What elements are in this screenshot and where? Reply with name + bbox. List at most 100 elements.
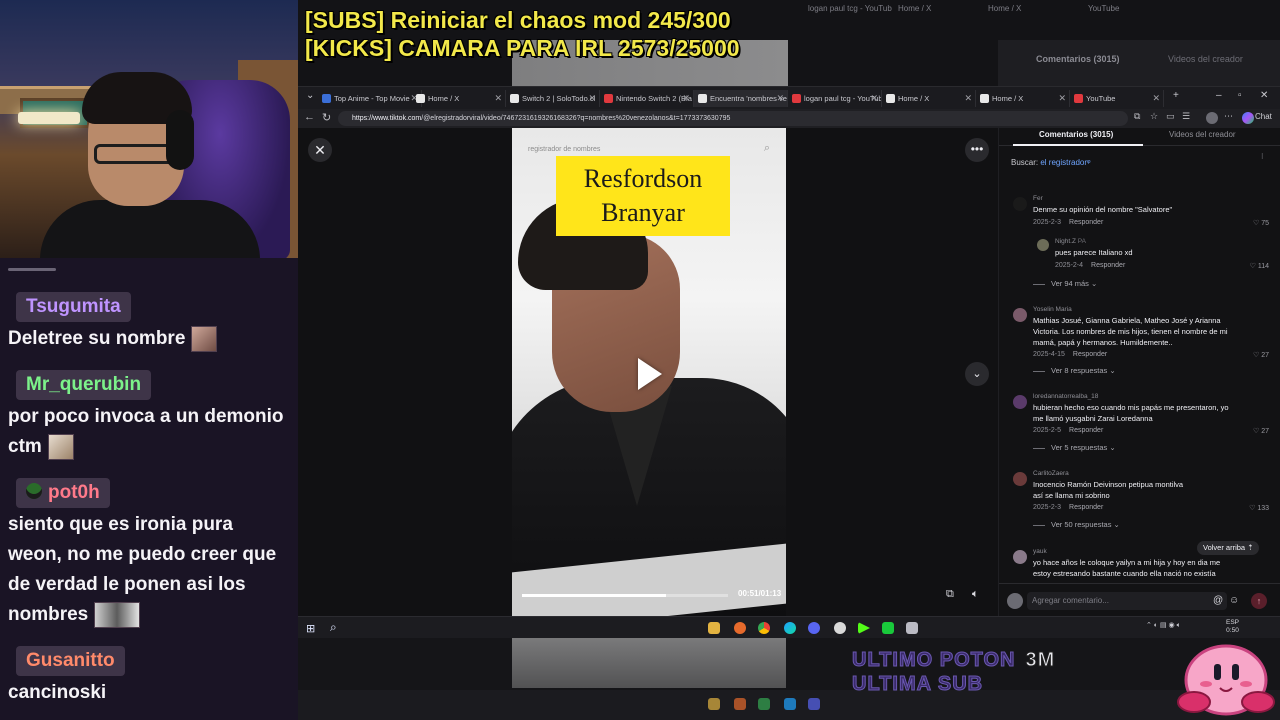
avatar[interactable]: [1013, 395, 1027, 409]
avatar[interactable]: [1037, 239, 1049, 251]
browser-tab[interactable]: logan paul tcg - YouTub ✕: [788, 90, 882, 107]
copilot-chat-label[interactable]: Chat: [1255, 112, 1272, 121]
send-icon[interactable]: ↑: [1251, 593, 1267, 609]
browser-tab[interactable]: Home / X ✕: [976, 90, 1070, 107]
like-count[interactable]: ♡ 114: [1250, 262, 1269, 270]
view-more-replies[interactable]: Ver 94 más ⌄: [1033, 279, 1097, 288]
tab-close-icon[interactable]: ✕: [588, 90, 596, 107]
browser-tab[interactable]: Home / X ✕: [882, 90, 976, 107]
collections-icon[interactable]: ☰: [1182, 111, 1190, 122]
reply-link[interactable]: Responder: [1069, 219, 1103, 226]
chat-username[interactable]: Gusanitto: [16, 646, 125, 676]
tab-list-chevron-icon[interactable]: ⌄: [306, 90, 314, 101]
comment-input[interactable]: Agregar comentario...: [1027, 592, 1227, 610]
mention-icon[interactable]: @: [1213, 595, 1223, 606]
avatar[interactable]: [1013, 308, 1027, 322]
tab-close-icon[interactable]: ✕: [776, 90, 784, 107]
reply-link[interactable]: Responder: [1091, 262, 1125, 269]
browser-tab[interactable]: Nintendo Switch 2 (Bla ✕: [600, 90, 694, 107]
kick-icon[interactable]: [882, 622, 894, 634]
chat-message-text: siento que es ironia pura weon, no me pu…: [0, 508, 298, 630]
view-more-replies[interactable]: Ver 8 respuestas ⌄: [1033, 366, 1116, 375]
video-search-icon[interactable]: ⌕: [764, 142, 770, 155]
tab-close-icon[interactable]: ✕: [682, 90, 690, 107]
comment-username[interactable]: Yoselin Maria: [1033, 306, 1072, 313]
avatar[interactable]: [1013, 197, 1027, 211]
obs-icon[interactable]: [834, 622, 846, 634]
play-app-icon[interactable]: [858, 622, 870, 634]
comments-more-icon[interactable]: ⁝: [1261, 152, 1264, 161]
view-more-replies[interactable]: Ver 50 respuestas ⌄: [1033, 520, 1120, 529]
video-progress-bar[interactable]: [522, 594, 728, 597]
ghost-folder-icon: [708, 698, 720, 710]
comment-text: yo hace años le coloque yailyn a mi hija…: [1033, 558, 1221, 567]
comment-search-suggestion[interactable]: Buscar: el registradorᵠ: [1011, 158, 1091, 167]
tab-creator-videos[interactable]: Videos del creador: [1169, 130, 1236, 139]
emoji-icon[interactable]: ☺: [1229, 595, 1239, 606]
chat-username[interactable]: pot0h: [16, 478, 110, 508]
picture-in-picture-icon[interactable]: ⧉: [946, 588, 954, 601]
back-arrow-icon[interactable]: ←: [304, 111, 315, 123]
search-query-link[interactable]: el registrador: [1040, 158, 1087, 167]
chat-emote: [47, 433, 74, 460]
browser-tab[interactable]: Top Anime - Top Movie ✕: [318, 90, 422, 107]
comment-username[interactable]: Fer: [1033, 195, 1043, 202]
tiktok-video[interactable]: registrador de nombres ⌕ Resfordson Bran…: [512, 128, 786, 617]
reply-link[interactable]: Responder: [1069, 427, 1103, 434]
browser-tab[interactable]: Switch 2 | SoloTodo.cl ✕: [506, 90, 600, 107]
avatar[interactable]: [1013, 472, 1027, 486]
reload-icon[interactable]: ↻: [322, 111, 331, 124]
maximize-icon[interactable]: ▫: [1238, 90, 1242, 101]
tab-close-icon[interactable]: ✕: [1058, 90, 1066, 107]
extensions-icon[interactable]: ⧉: [1134, 111, 1140, 122]
tab-comments[interactable]: Comentarios (3015): [1039, 130, 1113, 139]
tab-close-icon[interactable]: ✕: [870, 90, 878, 107]
new-tab-icon[interactable]: +: [1173, 90, 1179, 101]
like-count[interactable]: ♡ 27: [1253, 351, 1269, 359]
browser-tab[interactable]: YouTube ✕: [1070, 90, 1164, 107]
profile-avatar-icon[interactable]: [1206, 112, 1218, 124]
comment-username[interactable]: loredannatorrealba_18: [1033, 393, 1098, 400]
like-count[interactable]: ♡ 75: [1253, 219, 1269, 227]
volume-icon[interactable]: 🔈︎: [972, 588, 979, 601]
discord-icon[interactable]: [808, 622, 820, 634]
firefox-icon[interactable]: [734, 622, 746, 634]
comment-username[interactable]: Night.Z PA: [1055, 238, 1086, 245]
comment-username[interactable]: CarlitoZaera: [1033, 470, 1069, 477]
reply-link[interactable]: Responder: [1073, 351, 1107, 358]
next-video-chevron-icon[interactable]: ⌄: [965, 362, 989, 386]
app-icon[interactable]: [906, 622, 918, 634]
more-options-icon[interactable]: •••: [965, 138, 989, 162]
close-window-icon[interactable]: ✕: [1260, 90, 1268, 101]
tab-close-icon[interactable]: ✕: [964, 90, 972, 107]
minimize-icon[interactable]: –: [1216, 90, 1222, 101]
view-more-replies[interactable]: Ver 5 respuestas ⌄: [1033, 443, 1116, 452]
avatar[interactable]: [1013, 550, 1027, 564]
browser-tab[interactable]: Home / X ✕: [412, 90, 506, 107]
menu-dots-icon[interactable]: ⋯: [1224, 111, 1233, 122]
tab-close-icon[interactable]: ✕: [494, 90, 502, 107]
webcam-feed: [0, 0, 298, 258]
windows-start-icon[interactable]: ⊞: [306, 622, 315, 635]
browser-window: ⌄ Top Anime - Top Movie ✕ Home / X ✕ Switc…: [298, 86, 1280, 617]
reply-link[interactable]: Responder: [1069, 504, 1103, 511]
browser-tab-active[interactable]: Encuentra 'nombres ven ✕: [694, 90, 788, 107]
copilot-icon[interactable]: [1242, 112, 1254, 124]
chat-username[interactable]: Tsugumita: [16, 292, 131, 322]
split-icon[interactable]: ▭: [1166, 111, 1175, 122]
favorite-star-icon[interactable]: ☆: [1150, 111, 1158, 122]
comment-username[interactable]: yauk: [1033, 548, 1047, 555]
like-count[interactable]: ♡ 27: [1253, 427, 1269, 435]
edge-icon[interactable]: [784, 622, 796, 634]
play-icon[interactable]: [638, 358, 662, 390]
url-field[interactable]: https://www.tiktok.com/@elregistradorvir…: [338, 111, 1128, 126]
search-icon[interactable]: ⌕: [330, 620, 337, 635]
tab-close-icon[interactable]: ✕: [1152, 90, 1160, 107]
chrome-icon[interactable]: [758, 622, 770, 634]
close-video-icon[interactable]: ✕: [308, 138, 332, 162]
back-to-top-button[interactable]: Volver arriba ⇡: [1197, 541, 1260, 555]
system-tray[interactable]: ⌃ ◐ ▤ ◉ 🔈︎: [1146, 621, 1181, 630]
like-count[interactable]: ♡ 133: [1249, 504, 1269, 512]
chat-username[interactable]: Mr_querubin: [16, 370, 152, 400]
file-explorer-icon[interactable]: [708, 622, 720, 634]
